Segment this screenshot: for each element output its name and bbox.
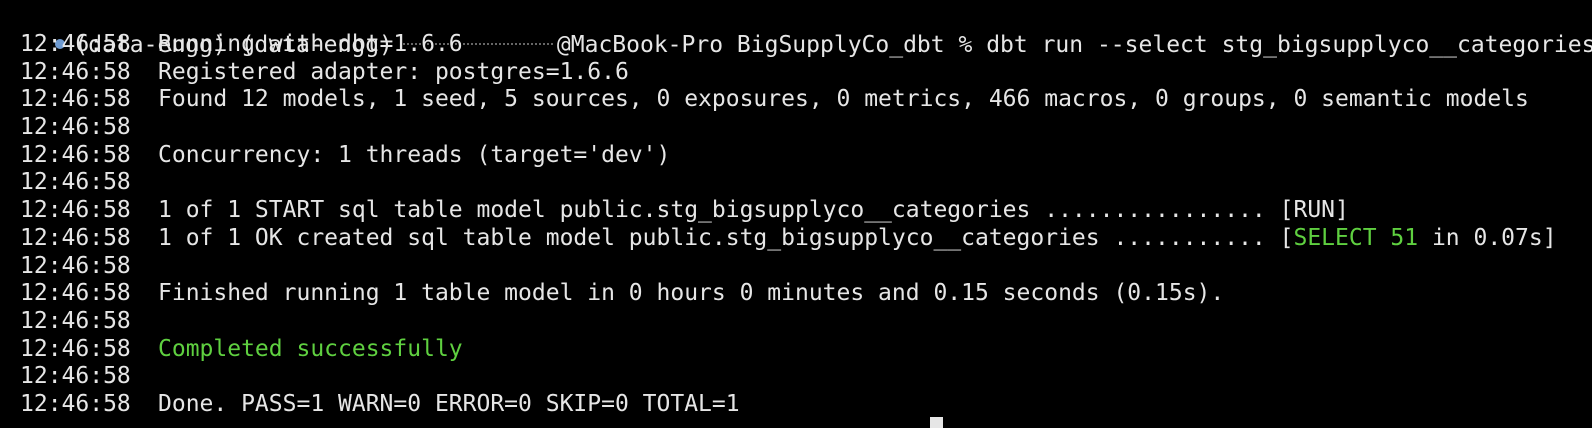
log-timestamp: 12:46:58	[20, 197, 131, 224]
log-text: 1 of 1 START sql table model public.stg_…	[158, 197, 1349, 224]
log-text: Finished running 1 table model in 0 hour…	[158, 280, 1225, 307]
log-timestamp: 12:46:58	[20, 141, 131, 168]
dbt-output: 12:46:58 Running with dbt=1.6.6 12:46:58 R…	[20, 31, 1590, 419]
log-line: 12:46:58 Found 12 models, 1 seed, 5 sourc…	[20, 86, 1590, 114]
log-line: 12:46:58 Running with dbt=1.6.6	[20, 31, 1590, 59]
log-line: 12:46:58	[20, 308, 1590, 336]
log-line: 12:46:58	[20, 114, 1590, 142]
completed-message: Completed successfully	[158, 335, 463, 362]
log-timestamp: 12:46:58	[20, 224, 131, 251]
log-timestamp: 12:46:58	[20, 363, 131, 390]
log-timestamp: 12:46:58	[20, 280, 131, 307]
log-timestamp: 12:46:58	[20, 31, 131, 57]
log-timestamp: 12:46:58	[20, 169, 131, 196]
log-text: Found 12 models, 1 seed, 5 sources, 0 ex…	[158, 86, 1529, 113]
log-timestamp: 12:46:58	[20, 114, 131, 141]
log-line: 12:46:58	[20, 169, 1590, 197]
command-prompt-line: (data-engg) (data-engg) @MacBook-Pro BigS…	[0, 3, 1592, 58]
log-timestamp: 12:46:58	[20, 307, 131, 334]
log-timestamp: 12:46:58	[20, 58, 131, 85]
log-line: 12:46:58	[20, 363, 1590, 391]
log-line: 12:46:58 Concurrency: 1 threads (target='…	[20, 142, 1590, 170]
log-text: Running with dbt=1.6.6	[158, 31, 463, 57]
log-timestamp: 12:46:58	[20, 390, 131, 417]
log-text: Registered adapter: postgres=1.6.6	[158, 58, 629, 85]
log-text: in 0.07s]	[1418, 224, 1557, 251]
log-line: 12:46:58 Completed successfully	[20, 336, 1590, 364]
log-timestamp: 12:46:58	[20, 252, 131, 279]
log-line: 12:46:58	[20, 253, 1590, 281]
log-text: Done. PASS=1 WARN=0 ERROR=0 SKIP=0 TOTAL…	[158, 390, 740, 417]
log-text: 1 of 1 OK created sql table model public…	[158, 224, 1294, 251]
log-timestamp: 12:46:58	[20, 335, 131, 362]
log-line: 12:46:58 1 of 1 START sql table model pub…	[20, 197, 1590, 225]
log-line: 12:46:58 Done. PASS=1 WARN=0 ERROR=0 SKIP…	[20, 391, 1590, 419]
terminal-cursor	[930, 417, 943, 428]
log-line: 12:46:58 Finished running 1 table model i…	[20, 280, 1590, 308]
log-line: 12:46:58 Registered adapter: postgres=1.6…	[20, 59, 1590, 87]
log-line: 12:46:58 1 of 1 OK created sql table mode…	[20, 225, 1590, 253]
log-timestamp: 12:46:58	[20, 86, 131, 113]
log-text: Concurrency: 1 threads (target='dev')	[158, 141, 671, 168]
select-status: SELECT 51	[1293, 224, 1419, 251]
terminal-window[interactable]: (data-engg) (data-engg) @MacBook-Pro BigS…	[0, 0, 1592, 428]
